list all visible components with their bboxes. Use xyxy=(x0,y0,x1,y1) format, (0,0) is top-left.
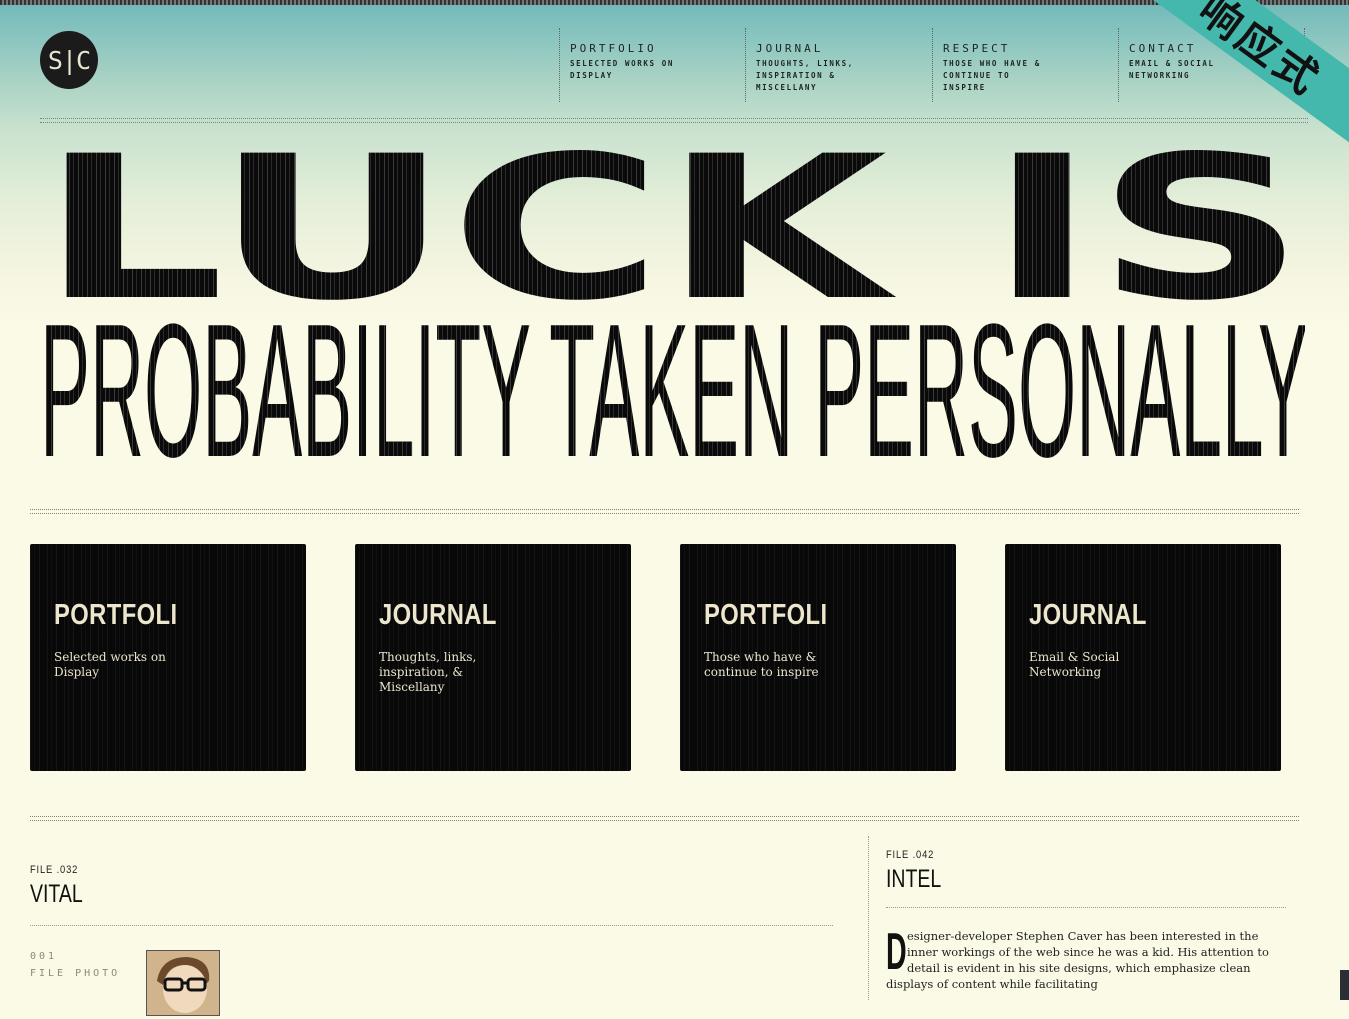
drop-cap: D xyxy=(886,923,907,981)
section-rule xyxy=(30,925,833,926)
card-journal[interactable]: JOURNAL Thoughts, links, inspiration, & … xyxy=(355,544,631,771)
svg-text:PROBABILITY TAKEN PERSONALLY: PROBABILITY TAKEN PERSONALLY xyxy=(40,318,1305,462)
vital-section: FILE .032 VITAL 001 FILE PHOTO xyxy=(30,864,833,1016)
nav-subtitle: THOSE WHO HAVE & CONTINUE TO INSPIRE xyxy=(943,59,1041,92)
nav-title: RESPECT xyxy=(943,42,1011,55)
avatar xyxy=(147,951,219,1015)
file-photo xyxy=(146,950,220,1016)
nav-subtitle: THOUGHTS, LINKS, INSPIRATION & MISCELLAN… xyxy=(756,59,854,92)
card-portfolio[interactable]: PORTFOLI Selected works on Display xyxy=(30,544,306,771)
nav-subtitle: EMAIL & SOCIAL NETWORKING xyxy=(1129,59,1215,80)
card-text: Those who have & continue to inspire xyxy=(704,650,819,679)
card-text: Email & Social Networking xyxy=(1029,650,1120,679)
card-title: PORTFOLI xyxy=(704,599,828,631)
section-divider xyxy=(30,816,1299,821)
column-divider xyxy=(868,836,870,1000)
scrollbar-thumb[interactable] xyxy=(1340,970,1349,1000)
section-rule xyxy=(886,907,1286,908)
nav-item-journal[interactable]: JOURNAL THOUGHTS, LINKS, INSPIRATION & M… xyxy=(745,28,915,102)
intel-paragraph: D esigner-developer Stephen Caver has be… xyxy=(886,923,1286,992)
file-number: FILE .042 xyxy=(886,849,935,861)
hero-line-2: PROBABILITY TAKEN PERSONALLY xyxy=(40,318,1305,462)
card-title: JOURNAL xyxy=(1029,599,1147,631)
card-contact[interactable]: JOURNAL Email & Social Networking xyxy=(1005,544,1281,771)
nav-item-respect[interactable]: RESPECT THOSE WHO HAVE & CONTINUE TO INS… xyxy=(932,28,1102,102)
card-text: Selected works on Display xyxy=(54,650,166,679)
section-title: INTEL xyxy=(886,865,942,893)
intel-body: esigner-developer Stephen Caver has been… xyxy=(886,929,1269,991)
nav-title: JOURNAL xyxy=(756,42,824,55)
section-divider xyxy=(30,509,1299,514)
card-title: PORTFOLI xyxy=(54,599,178,631)
section-title: VITAL xyxy=(30,880,83,908)
top-border xyxy=(0,0,1349,5)
card-text: Thoughts, links, inspiration, & Miscella… xyxy=(379,650,477,694)
site-logo[interactable]: S|C xyxy=(40,31,98,89)
svg-text:LUCK IS: LUCK IS xyxy=(40,146,1305,302)
file-number: FILE .032 xyxy=(30,864,79,876)
card-respect[interactable]: PORTFOLI Those who have & continue to in… xyxy=(680,544,956,771)
header-divider xyxy=(40,118,1308,123)
hero-line-1: LUCK IS xyxy=(40,146,1305,302)
scroll-area xyxy=(1340,636,1349,1000)
nav-item-portfolio[interactable]: PORTFOLIO SELECTED WORKS ON DISPLAY xyxy=(559,28,729,102)
nav-subtitle: SELECTED WORKS ON DISPLAY xyxy=(570,59,674,80)
card-title: JOURNAL xyxy=(379,599,497,631)
nav-title: PORTFOLIO xyxy=(570,42,657,55)
intel-section: FILE .042 INTEL D esigner-developer Step… xyxy=(886,849,1286,992)
